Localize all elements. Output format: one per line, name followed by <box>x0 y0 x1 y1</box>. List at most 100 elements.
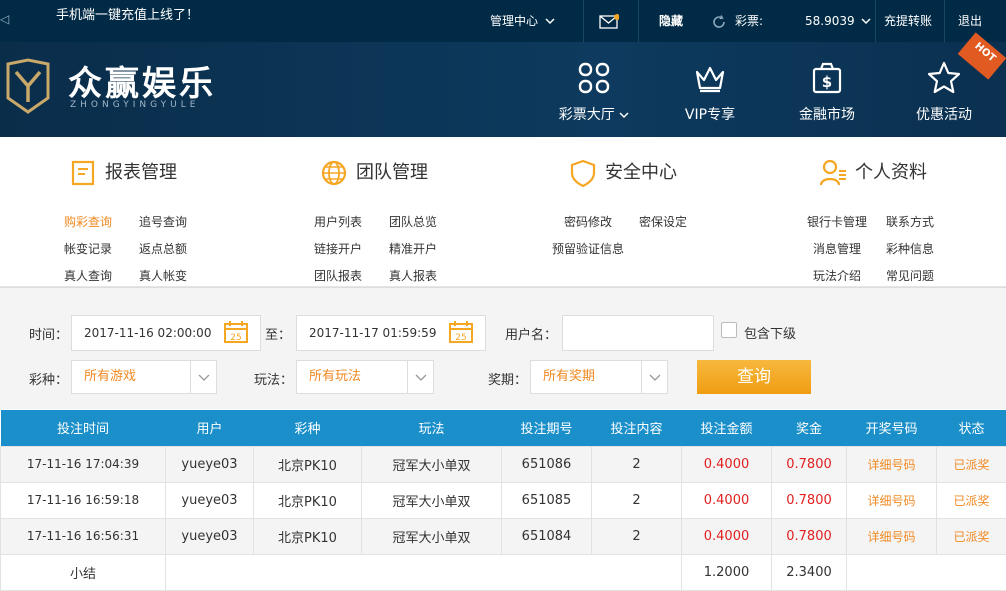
play-cell: 冠军大小单双 <box>362 446 502 482</box>
column-header[interactable]: 投注期号 <box>502 410 592 446</box>
subtotal-spacer <box>847 554 1006 590</box>
table-row[interactable]: 17-11-16 17:04:39 yueye03 北京PK10 冠军大小单双 … <box>1 446 1006 482</box>
column-header[interactable]: 奖金 <box>772 410 847 446</box>
lottery-balance-label: 彩票: <box>735 0 763 42</box>
table-row[interactable]: 17-11-16 16:56:31 yueye03 北京PK10 冠军大小单双 … <box>1 518 1006 554</box>
play-cell: 冠军大小单双 <box>362 482 502 518</box>
start-time-input[interactable]: 2017-11-16 02:00:00 25 <box>71 315 261 351</box>
menu-link-play-guide[interactable]: 玩法介绍 <box>813 267 861 284</box>
to-label: 至： <box>265 324 291 343</box>
menu-link-faq[interactable]: 常见问题 <box>886 267 934 284</box>
detail-numbers-link[interactable]: 详细号码 <box>847 482 937 518</box>
menu-link-account-changes[interactable]: 帐变记录 <box>64 240 112 257</box>
period-cell: 651086 <box>502 446 592 482</box>
menu-link-team-overview[interactable]: 团队总览 <box>389 213 437 230</box>
subtotal-bonus: 2.3400 <box>772 554 847 590</box>
refresh-icon[interactable] <box>712 0 726 42</box>
svg-text:25: 25 <box>230 333 241 343</box>
mail-icon[interactable] <box>599 0 619 42</box>
svg-text:25: 25 <box>455 333 466 343</box>
menu-link-team-report[interactable]: 团队报表 <box>314 267 362 284</box>
logo-subtitle: ZHONGYINGYULE <box>70 100 199 110</box>
content-cell: 2 <box>592 446 682 482</box>
chevron-down-icon <box>191 361 217 393</box>
content-cell: 2 <box>592 482 682 518</box>
status-cell: 已派奖 <box>937 482 1006 518</box>
play-type-select[interactable]: 所有玩法 <box>296 360 434 394</box>
nav-vip[interactable]: VIP专享 <box>655 60 765 124</box>
column-header[interactable]: 开奖号码 <box>847 410 937 446</box>
shield-icon <box>569 159 597 187</box>
menu-link-reserved-verification[interactable]: 预留验证信息 <box>552 240 624 257</box>
username-input[interactable] <box>562 315 714 351</box>
detail-numbers-link[interactable]: 详细号码 <box>847 518 937 554</box>
table-header-row: 投注时间 用户 彩种 玩法 投注期号 投注内容 投注金额 奖金 开奖号码 状态 <box>1 410 1006 446</box>
nav-finance-market[interactable]: $ 金融市场 <box>772 60 882 124</box>
subtotal-row: 小结 1.2000 2.3400 <box>1 554 1006 590</box>
calendar-icon[interactable]: 25 <box>224 321 248 343</box>
column-header[interactable]: 状态 <box>937 410 1006 446</box>
admin-center-menu[interactable]: 管理中心 <box>490 0 555 42</box>
query-button[interactable]: 查询 <box>697 360 811 394</box>
user-cell: yueye03 <box>166 446 254 482</box>
top-bar: ◁ 手机端一键充值上线了！ 管理中心 隐藏 彩票: 58.9039 充提转账 退… <box>0 0 1006 42</box>
menu-link-link-signup[interactable]: 链接开户 <box>314 240 362 257</box>
menu-link-precise-signup[interactable]: 精准开户 <box>389 240 437 257</box>
balance-value[interactable]: 58.9039 <box>805 0 871 42</box>
chevron-down-icon <box>642 361 668 393</box>
menu-link-bank-card[interactable]: 银行卡管理 <box>807 213 867 230</box>
include-subordinates-label[interactable]: 包含下级 <box>744 323 796 342</box>
group-title-profile[interactable]: 个人资料 <box>819 158 927 187</box>
lottery-type-label: 彩种： <box>29 369 68 388</box>
column-header[interactable]: 玩法 <box>362 410 502 446</box>
group-title-reports[interactable]: 报表管理 <box>69 158 177 187</box>
menu-link-change-password[interactable]: 密码修改 <box>564 213 612 230</box>
menu-link-live-query[interactable]: 真人查询 <box>64 267 112 284</box>
site-header: 众赢娱乐 ZHONGYINGYULE 彩票大厅 VIP专享 $ 金融市场 优惠活… <box>0 42 1006 137</box>
group-title-security[interactable]: 安全中心 <box>569 158 677 187</box>
hide-balance-link[interactable]: 隐藏 <box>659 0 683 42</box>
menu-link-security-questions[interactable]: 密保设定 <box>639 213 687 230</box>
amount-cell: 0.4000 <box>682 446 772 482</box>
calendar-icon[interactable]: 25 <box>449 321 473 343</box>
menu-link-live-account[interactable]: 真人帐变 <box>139 267 187 284</box>
period-select[interactable]: 所有奖期 <box>530 360 668 394</box>
subtotal-spacer <box>166 554 682 590</box>
column-header[interactable]: 投注内容 <box>592 410 682 446</box>
menu-link-chase-query[interactable]: 追号查询 <box>139 213 187 230</box>
bonus-cell: 0.7800 <box>772 482 847 518</box>
report-icon <box>69 159 97 187</box>
column-header[interactable]: 投注金额 <box>682 410 772 446</box>
lottery-type-select[interactable]: 所有游戏 <box>71 360 217 394</box>
chevron-down-icon <box>861 17 871 25</box>
dollar-bag-icon: $ <box>809 60 845 96</box>
chevron-down-icon <box>545 17 555 25</box>
arrow-left-icon[interactable]: ◁ <box>0 12 10 26</box>
recharge-transfer-link[interactable]: 充提转账 <box>884 0 932 42</box>
menu-link-live-report[interactable]: 真人报表 <box>389 267 437 284</box>
lottery-cell: 北京PK10 <box>254 446 362 482</box>
period-cell: 651084 <box>502 518 592 554</box>
menu-link-rebate-total[interactable]: 返点总额 <box>139 240 187 257</box>
end-time-input[interactable]: 2017-11-17 01:59:59 25 <box>296 315 486 351</box>
user-cell: yueye03 <box>166 482 254 518</box>
grid-icon <box>576 60 612 96</box>
logo-icon[interactable] <box>4 58 52 114</box>
svg-text:$: $ <box>822 73 832 91</box>
menu-link-lottery-info[interactable]: 彩种信息 <box>886 240 934 257</box>
column-header[interactable]: 用户 <box>166 410 254 446</box>
nav-lottery-hall[interactable]: 彩票大厅 <box>539 60 649 124</box>
menu-link-purchase-query[interactable]: 购彩查询 <box>64 213 112 230</box>
menu-link-messages[interactable]: 消息管理 <box>813 240 861 257</box>
detail-numbers-link[interactable]: 详细号码 <box>847 446 937 482</box>
table-row[interactable]: 17-11-16 16:59:18 yueye03 北京PK10 冠军大小单双 … <box>1 482 1006 518</box>
include-subordinates-checkbox[interactable] <box>721 322 737 338</box>
globe-icon <box>320 159 348 187</box>
column-header[interactable]: 投注时间 <box>1 410 166 446</box>
bonus-cell: 0.7800 <box>772 446 847 482</box>
group-title-team[interactable]: 团队管理 <box>320 158 428 187</box>
column-header[interactable]: 彩种 <box>254 410 362 446</box>
menu-link-contact[interactable]: 联系方式 <box>886 213 934 230</box>
menu-link-user-list[interactable]: 用户列表 <box>314 213 362 230</box>
logo-text[interactable]: 众赢娱乐 <box>68 56 216 105</box>
